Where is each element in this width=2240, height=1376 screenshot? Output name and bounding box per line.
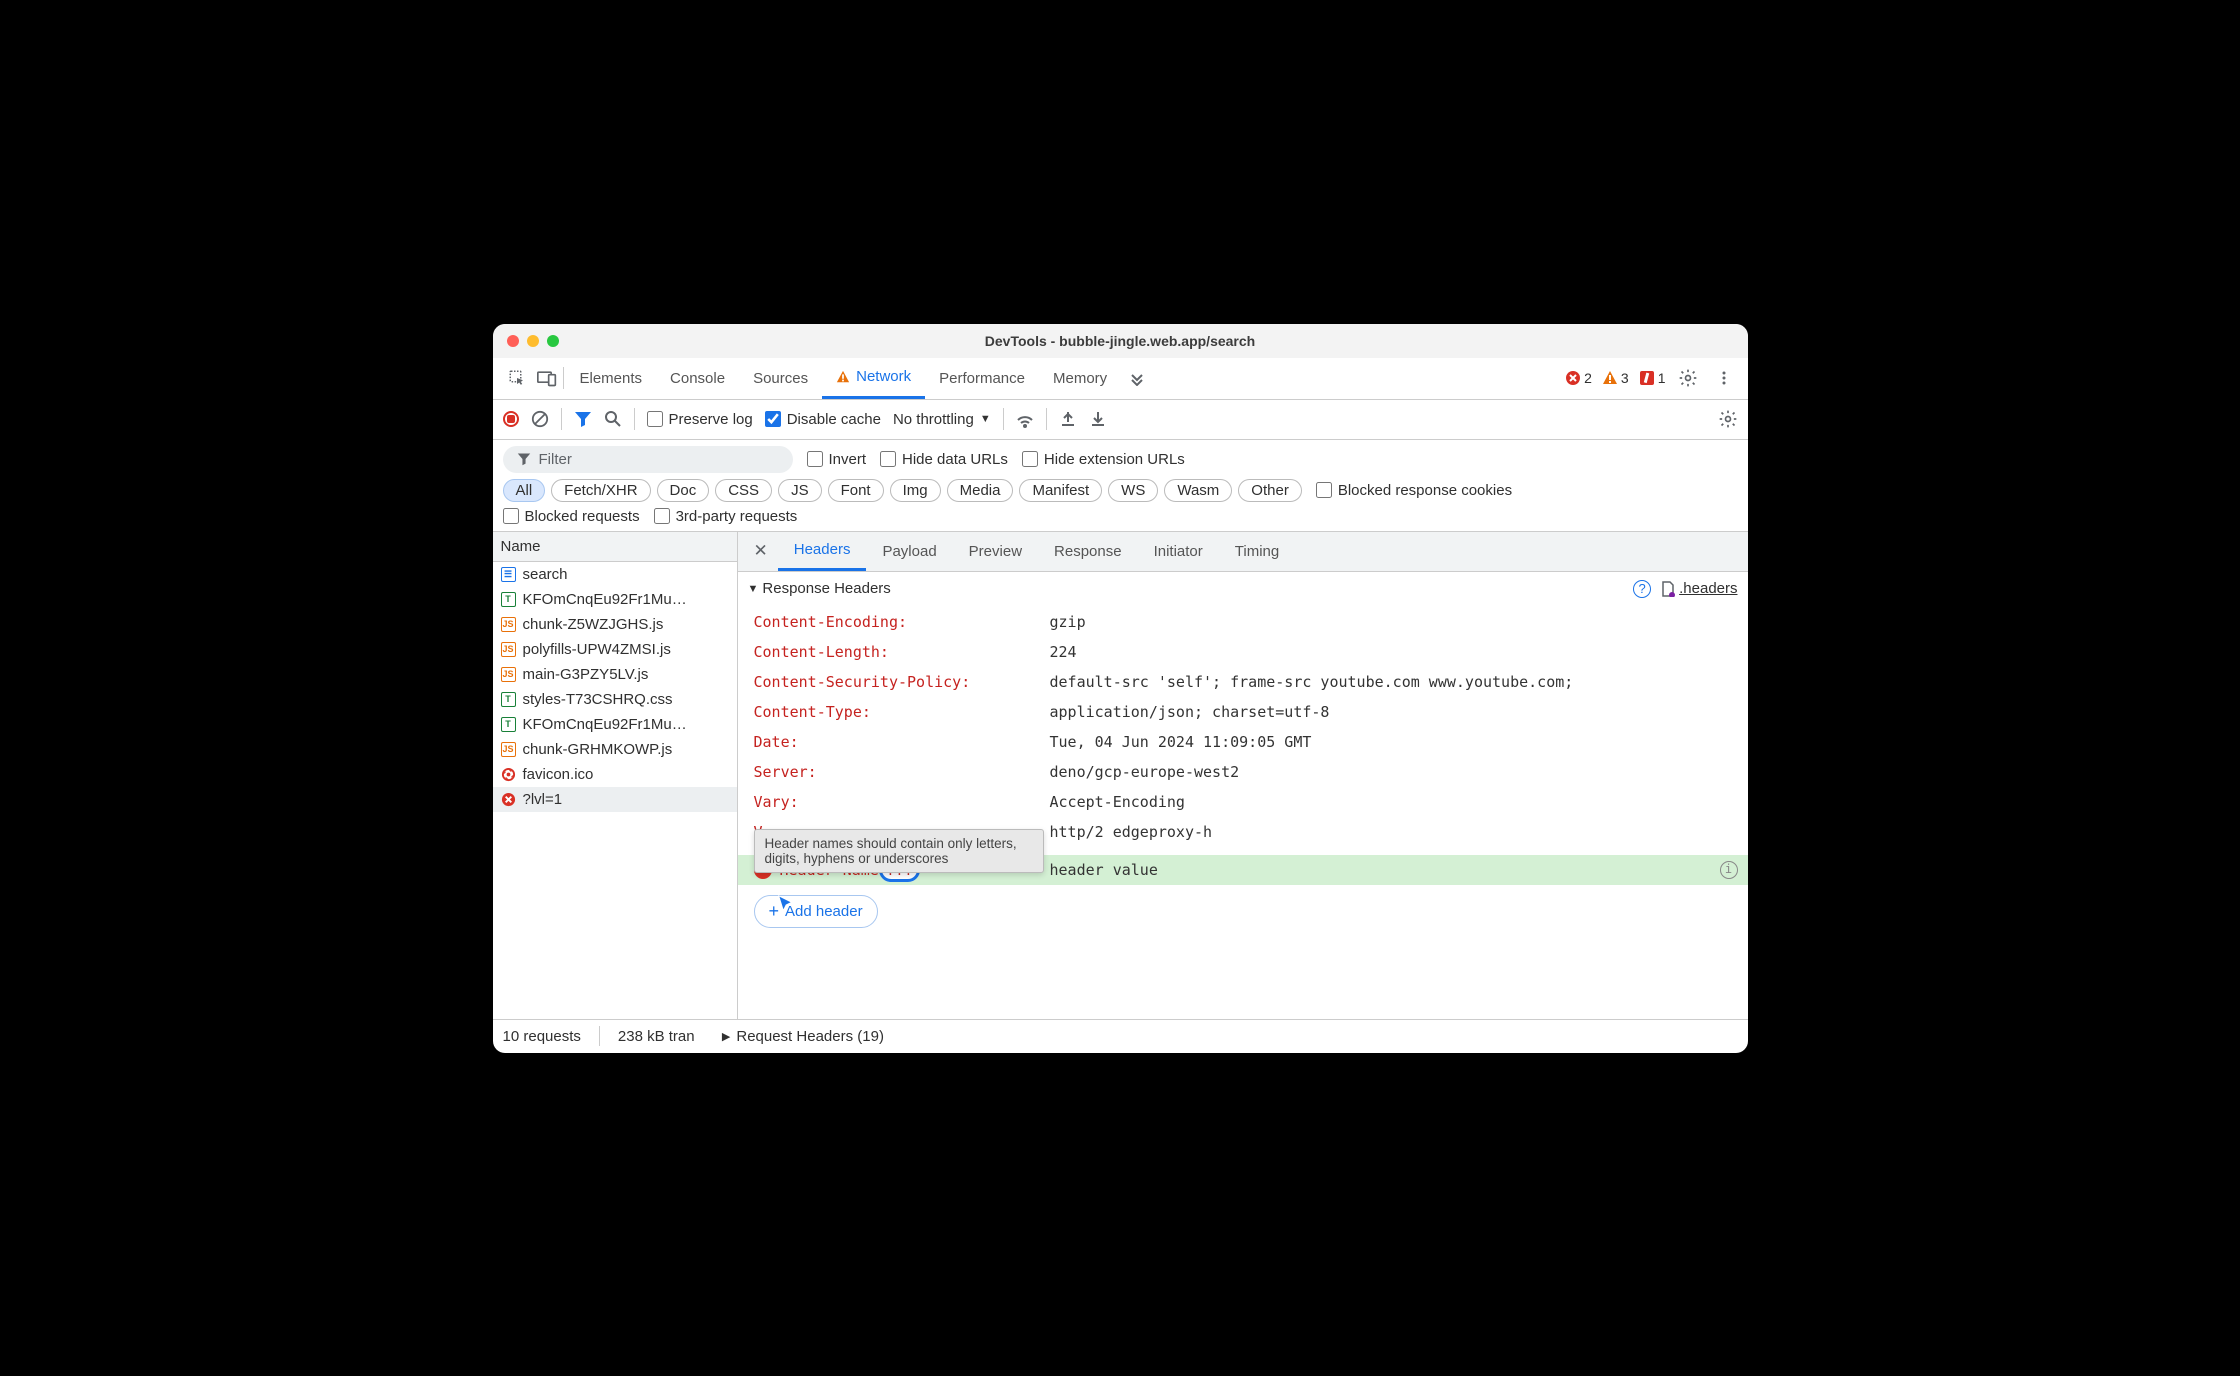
tab-console[interactable]: Console [656, 357, 739, 399]
header-row: Content-Security-Policy:default-src 'sel… [738, 667, 1748, 697]
detail-tab-payload[interactable]: Payload [866, 531, 952, 571]
detail-tab-headers[interactable]: Headers [778, 531, 867, 571]
titlebar: DevTools - bubble-jingle.web.app/search [493, 324, 1748, 358]
sidebar-header: Name [493, 532, 737, 562]
tab-elements[interactable]: Elements [566, 357, 657, 399]
tab-network[interactable]: Network [822, 357, 925, 399]
header-row: Content-Length:224 [738, 637, 1748, 667]
detail-tab-bar: ✕ HeadersPayloadPreviewResponseInitiator… [738, 532, 1748, 572]
request-row[interactable]: JSchunk-Z5WZJGHS.js [493, 612, 737, 637]
response-headers-section[interactable]: ▼ Response Headers ? .headers [738, 572, 1748, 607]
clear-icon[interactable] [531, 410, 549, 428]
request-sidebar: Name ☰searchTKFOmCnqEu92Fr1Mu…JSchunk-Z5… [493, 532, 738, 1019]
status-badges[interactable]: 2 3 1 [1565, 370, 1665, 386]
network-settings-icon[interactable] [1718, 409, 1738, 429]
detail-tab-timing[interactable]: Timing [1219, 531, 1295, 571]
header-row: Content-Type:application/json; charset=u… [738, 697, 1748, 727]
network-conditions-icon[interactable] [1016, 410, 1034, 428]
add-header-button[interactable]: +Add header [754, 895, 878, 928]
network-toolbar: Preserve log Disable cache No throttling… [493, 400, 1748, 440]
pill-fetch-xhr[interactable]: Fetch/XHR [551, 479, 650, 502]
pill-doc[interactable]: Doc [657, 479, 710, 502]
search-icon[interactable] [604, 410, 622, 428]
third-party-checkbox[interactable]: 3rd-party requests [654, 508, 798, 525]
close-detail-icon[interactable]: ✕ [744, 541, 778, 561]
export-har-icon[interactable] [1059, 410, 1077, 428]
inspect-icon[interactable] [503, 364, 531, 392]
disable-cache-checkbox[interactable]: Disable cache [765, 411, 881, 428]
window-title: DevTools - bubble-jingle.web.app/search [493, 333, 1748, 349]
request-row[interactable]: ☰search [493, 562, 737, 587]
detail-tab-initiator[interactable]: Initiator [1138, 531, 1219, 571]
detail-tab-response[interactable]: Response [1038, 531, 1138, 571]
pill-img[interactable]: Img [890, 479, 941, 502]
tab-performance[interactable]: Performance [925, 357, 1039, 399]
hide-extension-urls-checkbox[interactable]: Hide extension URLs [1022, 451, 1185, 468]
pill-js[interactable]: JS [778, 479, 822, 502]
preserve-log-checkbox[interactable]: Preserve log [647, 411, 753, 428]
info-icon[interactable]: i [1720, 861, 1738, 879]
throttling-select[interactable]: No throttling▼ [893, 411, 991, 428]
blocked-cookies-checkbox[interactable]: Blocked response cookies [1316, 482, 1512, 499]
request-row[interactable]: TKFOmCnqEu92Fr1Mu… [493, 712, 737, 737]
more-tabs-icon[interactable] [1123, 364, 1151, 392]
filter-icon[interactable] [574, 410, 592, 428]
header-row: Vary:Accept-Encoding [738, 787, 1748, 817]
cursor-icon [776, 894, 798, 916]
record-button[interactable] [503, 411, 519, 427]
pill-css[interactable]: CSS [715, 479, 772, 502]
pill-media[interactable]: Media [947, 479, 1014, 502]
pill-wasm[interactable]: Wasm [1164, 479, 1232, 502]
request-row[interactable]: favicon.ico [493, 762, 737, 787]
hide-data-urls-checkbox[interactable]: Hide data URLs [880, 451, 1008, 468]
expand-icon: ▼ [748, 583, 759, 595]
request-row[interactable]: JSchunk-GRHMKOWP.js [493, 737, 737, 762]
devtools-window: DevTools - bubble-jingle.web.app/search … [493, 324, 1748, 1053]
request-count: 10 requests [503, 1028, 581, 1045]
header-row: Content-Encoding:gzip [738, 607, 1748, 637]
pill-all[interactable]: All [503, 479, 546, 502]
request-row[interactable]: TKFOmCnqEu92Fr1Mu… [493, 587, 737, 612]
help-icon[interactable]: ? [1633, 580, 1651, 598]
device-toolbar-icon[interactable] [533, 364, 561, 392]
tab-memory[interactable]: Memory [1039, 357, 1121, 399]
blocked-requests-checkbox[interactable]: Blocked requests [503, 508, 640, 525]
validation-tooltip: Header names should contain only letters… [754, 829, 1044, 873]
pill-font[interactable]: Font [828, 479, 884, 502]
filter-input[interactable]: Filter [503, 446, 793, 473]
pill-other[interactable]: Other [1238, 479, 1302, 502]
request-row[interactable]: ?lvl=1 [493, 787, 737, 812]
request-row[interactable]: JSpolyfills-UPW4ZMSI.js [493, 637, 737, 662]
transfer-size: 238 kB tran [618, 1028, 704, 1045]
tab-sources[interactable]: Sources [739, 357, 822, 399]
header-row: Date:Tue, 04 Jun 2024 11:09:05 GMT [738, 727, 1748, 757]
import-har-icon[interactable] [1089, 410, 1107, 428]
request-row[interactable]: Tstyles-T73CSHRQ.css [493, 687, 737, 712]
pill-ws[interactable]: WS [1108, 479, 1158, 502]
headers-file-link[interactable]: .headers [1661, 580, 1737, 597]
request-row[interactable]: JSmain-G3PZY5LV.js [493, 662, 737, 687]
detail-panel: ✕ HeadersPayloadPreviewResponseInitiator… [738, 532, 1748, 1019]
request-headers-section[interactable]: ▶Request Headers (19) [722, 1028, 884, 1045]
invert-checkbox[interactable]: Invert [807, 451, 867, 468]
header-row: Server:deno/gcp-europe-west2 [738, 757, 1748, 787]
filter-bar: Filter Invert Hide data URLs Hide extens… [493, 440, 1748, 532]
status-bar: 10 requests 238 kB tran ▶Request Headers… [493, 1019, 1748, 1053]
settings-icon[interactable] [1674, 364, 1702, 392]
type-pills: AllFetch/XHR DocCSS JS Font Img MediaManifest… [503, 479, 1302, 502]
pill-manifest[interactable]: Manifest [1019, 479, 1102, 502]
detail-tab-preview[interactable]: Preview [953, 531, 1038, 571]
kebab-menu-icon[interactable] [1710, 364, 1738, 392]
main-tab-bar: ElementsConsoleSourcesNetworkPerformance… [493, 358, 1748, 400]
